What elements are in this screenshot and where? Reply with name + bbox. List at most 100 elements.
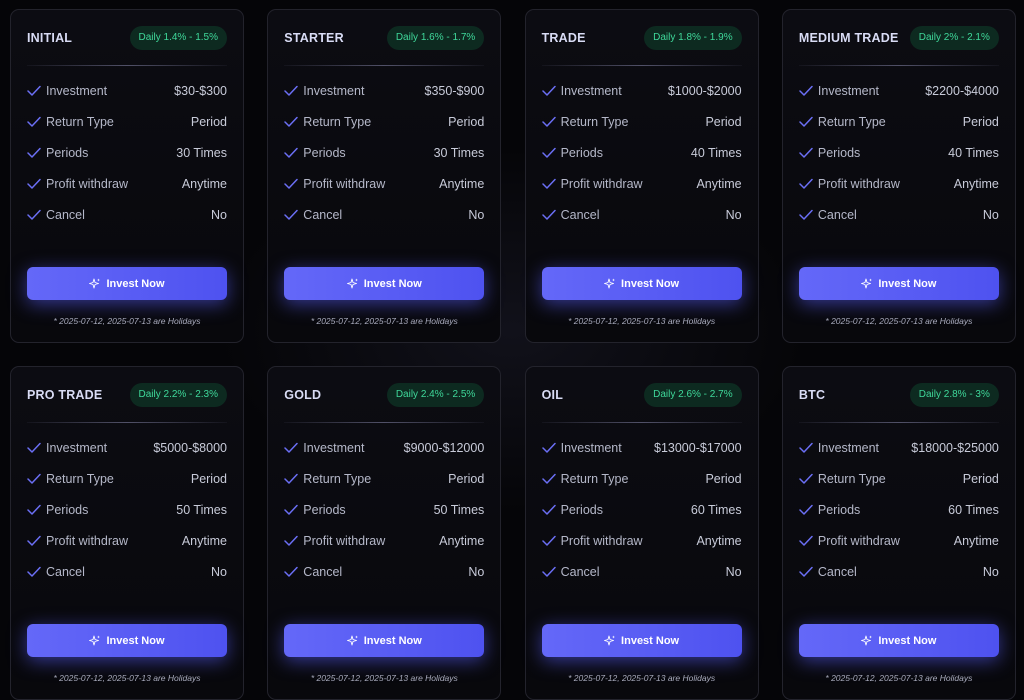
daily-rate-badge: Daily 2.4% - 2.5% — [386, 383, 485, 407]
feature-label-group: Profit withdraw — [284, 177, 385, 191]
plan-name: OIL — [541, 388, 564, 402]
check-icon — [541, 178, 556, 189]
feature-label: Cancel — [46, 208, 85, 222]
feature-label-group: Cancel — [284, 208, 342, 222]
plan-feature-list: Investment $1000-$2000 Return Type Perio… — [541, 84, 742, 239]
feature-value-profit-withdraw: Anytime — [696, 177, 742, 191]
feature-row-profit-withdraw: Profit withdraw Anytime — [27, 177, 227, 208]
sparkle-icon — [89, 635, 101, 645]
feature-label-group: Return Type — [27, 472, 114, 486]
invest-now-button[interactable]: Invest Now — [541, 624, 742, 657]
feature-value-periods: 60 Times — [948, 503, 999, 517]
check-icon — [541, 442, 556, 453]
feature-value-cancel: No — [468, 565, 485, 579]
feature-label-group: Investment — [27, 441, 107, 455]
invest-now-label: Invest Now — [106, 634, 165, 647]
feature-row-cancel: Cancel No — [799, 208, 999, 239]
check-icon — [799, 147, 813, 158]
feature-value-cancel: No — [211, 208, 227, 222]
feature-row-periods: Periods 50 Times — [284, 503, 484, 534]
feature-row-cancel: Cancel No — [541, 565, 742, 596]
feature-row-investment: Investment $18000-$25000 — [799, 441, 999, 472]
check-icon — [541, 504, 556, 515]
plan-name: BTC — [798, 388, 826, 402]
feature-label-group: Cancel — [284, 565, 342, 579]
feature-row-profit-withdraw: Profit withdraw Anytime — [27, 534, 227, 565]
feature-label-group: Profit withdraw — [27, 534, 128, 548]
feature-row-cancel: Cancel No — [799, 565, 999, 596]
feature-row-cancel: Cancel No — [27, 208, 227, 239]
feature-row-return-type: Return Type Period — [541, 115, 742, 146]
invest-now-label: Invest Now — [878, 277, 937, 290]
check-icon — [541, 566, 556, 577]
daily-rate-badge: Daily 1.8% - 1.9% — [644, 26, 742, 50]
feature-value-investment: $1000-$2000 — [667, 84, 742, 98]
invest-now-button[interactable]: Invest Now — [798, 267, 999, 300]
feature-row-return-type: Return Type Period — [27, 472, 227, 503]
feature-label: Periods — [46, 146, 89, 160]
invest-now-button[interactable]: Invest Now — [798, 624, 999, 657]
feature-value-return-type: Period — [962, 472, 999, 486]
plan-feature-list: Investment $13000-$17000 Return Type Per… — [541, 441, 742, 596]
feature-value-profit-withdraw: Anytime — [181, 534, 227, 548]
feature-label: Periods — [303, 503, 346, 517]
plan-name: GOLD — [284, 388, 322, 402]
feature-label: Profit withdraw — [560, 177, 643, 191]
feature-value-investment: $18000-$25000 — [911, 441, 999, 455]
feature-value-investment: $5000-$8000 — [153, 441, 227, 455]
feature-row-return-type: Return Type Period — [284, 472, 484, 503]
feature-label-group: Return Type — [799, 115, 886, 129]
feature-value-cancel: No — [725, 208, 742, 222]
plan-card-divider — [284, 65, 485, 66]
check-icon — [284, 442, 299, 453]
check-icon — [541, 116, 556, 127]
daily-rate-badge: Daily 2.6% - 2.7% — [644, 383, 742, 407]
feature-label: Investment — [817, 84, 880, 98]
check-icon — [799, 504, 813, 515]
daily-rate-badge: Daily 1.6% - 1.7% — [386, 26, 485, 50]
feature-label-group: Investment — [541, 441, 622, 455]
feature-label: Return Type — [817, 115, 886, 129]
feature-label: Cancel — [560, 208, 600, 222]
check-icon — [799, 116, 813, 127]
invest-now-button[interactable]: Invest Now — [284, 624, 485, 657]
feature-label: Cancel — [817, 208, 857, 222]
plan-name: MEDIUM TRADE — [798, 31, 899, 45]
plan-feature-list: Investment $9000-$12000 Return Type Peri… — [284, 441, 484, 596]
check-icon — [799, 566, 813, 577]
check-icon — [27, 116, 41, 127]
plan-card-header: TRADE Daily 1.8% - 1.9% — [542, 26, 742, 50]
feature-label: Profit withdraw — [303, 177, 386, 191]
feature-label-group: Periods — [541, 503, 603, 517]
feature-row-investment: Investment $2200-$4000 — [799, 84, 999, 115]
feature-row-periods: Periods 30 Times — [27, 146, 227, 177]
feature-label-group: Periods — [27, 503, 88, 517]
feature-value-periods: 40 Times — [948, 146, 999, 160]
feature-row-profit-withdraw: Profit withdraw Anytime — [284, 177, 484, 208]
feature-row-profit-withdraw: Profit withdraw Anytime — [541, 534, 742, 565]
feature-label: Periods — [817, 503, 861, 517]
invest-now-button[interactable]: Invest Now — [541, 267, 742, 300]
feature-row-investment: Investment $1000-$2000 — [541, 84, 742, 115]
invest-now-button[interactable]: Invest Now — [284, 267, 485, 300]
feature-value-investment: $30-$300 — [174, 84, 227, 98]
check-icon — [799, 535, 813, 546]
sparkle-icon — [604, 278, 616, 288]
feature-label: Periods — [560, 146, 603, 160]
invest-now-button[interactable]: Invest Now — [27, 624, 227, 657]
invest-now-label: Invest Now — [621, 634, 680, 647]
check-icon — [284, 178, 299, 189]
feature-label: Investment — [303, 84, 365, 98]
plan-card: INITIAL Daily 1.4% - 1.5% Investment $30… — [10, 9, 244, 343]
invest-now-label: Invest Now — [106, 277, 165, 290]
invest-now-button[interactable]: Invest Now — [27, 267, 227, 300]
feature-label: Investment — [303, 441, 365, 455]
invest-now-label: Invest Now — [878, 634, 937, 647]
feature-label: Investment — [560, 84, 622, 98]
feature-row-profit-withdraw: Profit withdraw Anytime — [541, 177, 742, 208]
feature-value-periods: 60 Times — [690, 503, 742, 517]
feature-value-profit-withdraw: Anytime — [696, 534, 742, 548]
feature-label-group: Cancel — [27, 565, 85, 579]
plan-name: INITIAL — [27, 31, 73, 45]
feature-row-periods: Periods 60 Times — [541, 503, 742, 534]
